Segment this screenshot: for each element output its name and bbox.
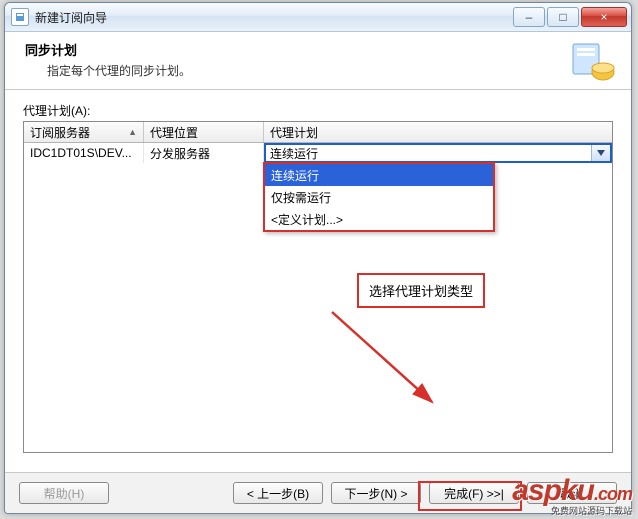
header-icon [569,38,617,86]
schedule-combobox[interactable]: 连续运行 [264,143,612,163]
next-button[interactable]: 下一步(N) > [331,482,421,504]
watermark: aspku.com 免费网站源码下载站 [512,474,632,517]
field-label: 代理计划(A): [23,102,613,119]
dropdown-option[interactable]: 仅按需运行 [265,186,493,208]
schedule-grid: 订阅服务器 ▲ 代理位置 代理计划 IDC1DT01S\DEV... 分发服务器… [23,121,613,453]
schedule-dropdown: 连续运行 仅按需运行 <定义计划...> [263,162,495,232]
back-button[interactable]: < 上一步(B) [233,482,323,504]
combo-value: 连续运行 [270,145,318,162]
cell-server: IDC1DT01S\DEV... [24,143,144,163]
window-title: 新建订阅向导 [35,9,513,26]
column-header-server[interactable]: 订阅服务器 ▲ [24,122,144,142]
sort-indicator-icon: ▲ [128,127,137,137]
maximize-button[interactable]: □ [547,7,579,27]
dropdown-option[interactable]: 连续运行 [265,164,493,186]
wizard-body: 代理计划(A): 订阅服务器 ▲ 代理位置 代理计划 IDC1DT01S\DEV… [5,90,631,457]
grid-header: 订阅服务器 ▲ 代理位置 代理计划 [24,122,612,143]
page-title: 同步计划 [25,40,191,59]
close-button[interactable]: × [581,7,627,27]
title-bar[interactable]: 新建订阅向导 – □ × [5,3,631,32]
help-button[interactable]: 帮助(H) [19,482,109,504]
annotation-callout: 选择代理计划类型 [357,273,485,308]
app-icon [11,8,29,26]
finish-button[interactable]: 完成(F) >>| [429,482,519,504]
chevron-down-icon[interactable] [591,145,610,161]
column-header-location[interactable]: 代理位置 [144,122,264,142]
page-subtitle: 指定每个代理的同步计划。 [47,62,191,79]
wizard-header: 同步计划 指定每个代理的同步计划。 [5,32,631,90]
column-header-schedule[interactable]: 代理计划 [264,122,612,142]
table-row: IDC1DT01S\DEV... 分发服务器 连续运行 [24,143,612,163]
minimize-button[interactable]: – [513,7,545,27]
dropdown-option[interactable]: <定义计划...> [265,208,493,230]
annotation-arrow-icon [322,304,472,434]
wizard-window: 新建订阅向导 – □ × 同步计划 指定每个代理的同步计划。 代理计划(A): [4,2,632,514]
cell-location: 分发服务器 [144,143,264,163]
